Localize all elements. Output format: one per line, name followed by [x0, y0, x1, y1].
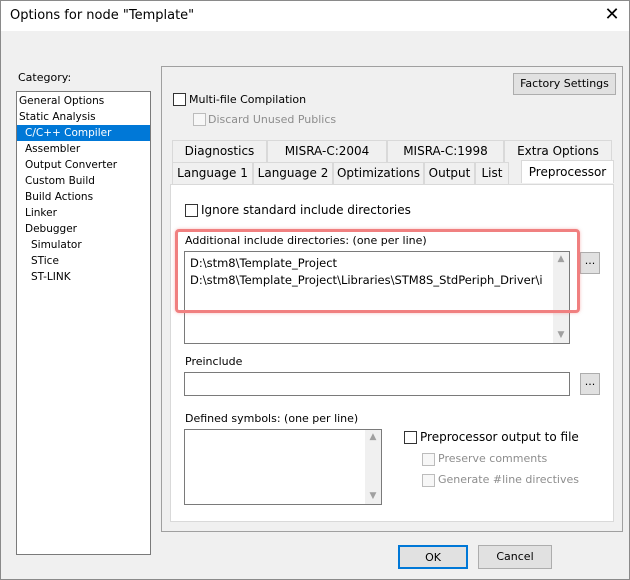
tab-preprocessor[interactable]: Preprocessor	[521, 160, 614, 183]
ignore-std-label: Ignore standard include directories	[201, 203, 411, 217]
defined-symbols-textarea[interactable]	[184, 429, 382, 505]
scroll-up-icon[interactable]: ▲	[365, 432, 381, 442]
window-title: Options for node "Template"	[10, 8, 195, 23]
preserve-comments-checkbox[interactable]	[422, 453, 435, 466]
multi-file-checkbox[interactable]	[173, 93, 186, 106]
category-item[interactable]: STice	[17, 253, 150, 269]
preinclude-browse-button[interactable]: ...	[580, 373, 600, 395]
ok-button[interactable]: OK	[398, 545, 468, 569]
category-item[interactable]: ST-LINK	[17, 269, 150, 285]
category-item[interactable]: Assembler	[17, 141, 150, 157]
category-item[interactable]: Output Converter	[17, 157, 150, 173]
tab-list[interactable]: List	[475, 162, 509, 184]
tab-language-2[interactable]: Language 2	[253, 162, 333, 184]
category-item[interactable]: Simulator	[17, 237, 150, 253]
category-item[interactable]: Debugger	[17, 221, 150, 237]
tab-optimizations[interactable]: Optimizations	[333, 162, 424, 184]
category-item[interactable]: Custom Build	[17, 173, 150, 189]
ignore-std-checkbox[interactable]	[185, 204, 198, 217]
category-list[interactable]: General Options Static Analysis C/C++ Comp…	[16, 91, 151, 555]
generate-line-label: Generate #line directives	[438, 473, 579, 486]
category-item[interactable]: C/C++ Compiler	[17, 125, 150, 141]
scroll-up-icon[interactable]: ▲	[553, 254, 569, 264]
category-item[interactable]: Linker	[17, 205, 150, 221]
discard-unused-label: Discard Unused Publics	[208, 113, 337, 126]
include-dir-line: D:\stm8\Template_Project\Libraries\STM8S…	[190, 273, 543, 287]
scroll-down-icon[interactable]: ▼	[553, 330, 569, 340]
category-item[interactable]: Static Analysis	[17, 109, 150, 125]
preinclude-label: Preinclude	[185, 355, 243, 368]
discard-unused-checkbox[interactable]	[193, 113, 206, 126]
tab-output[interactable]: Output	[424, 162, 475, 184]
preinclude-input[interactable]	[184, 372, 570, 396]
defined-symbols-label: Defined symbols: (one per line)	[185, 412, 359, 425]
category-label: Category:	[18, 71, 72, 84]
category-item[interactable]: Build Actions	[17, 189, 150, 205]
tab-extra-options[interactable]: Extra Options	[504, 140, 612, 162]
preproc-output-label: Preprocessor output to file	[420, 430, 579, 444]
scroll-down-icon[interactable]: ▼	[365, 491, 381, 501]
include-dirs-label: Additional include directories: (one per…	[185, 234, 427, 247]
category-item[interactable]: General Options	[17, 93, 150, 109]
multi-file-label: Multi-file Compilation	[189, 93, 307, 106]
tab-misra-c-2004[interactable]: MISRA-C:2004	[267, 140, 387, 162]
include-dirs-browse-button[interactable]: ...	[580, 252, 600, 274]
tab-language-1[interactable]: Language 1	[172, 162, 253, 184]
factory-settings-button[interactable]: Factory Settings	[513, 73, 616, 95]
include-dir-line: D:\stm8\Template_Project	[190, 256, 338, 270]
preproc-output-checkbox[interactable]	[404, 431, 417, 444]
preserve-comments-label: Preserve comments	[438, 452, 548, 465]
generate-line-checkbox[interactable]	[422, 474, 435, 487]
tab-misra-c-1998[interactable]: MISRA-C:1998	[387, 140, 504, 162]
cancel-button[interactable]: Cancel	[478, 545, 552, 569]
tab-diagnostics[interactable]: Diagnostics	[172, 140, 267, 162]
close-icon[interactable]: ✕	[600, 4, 624, 26]
